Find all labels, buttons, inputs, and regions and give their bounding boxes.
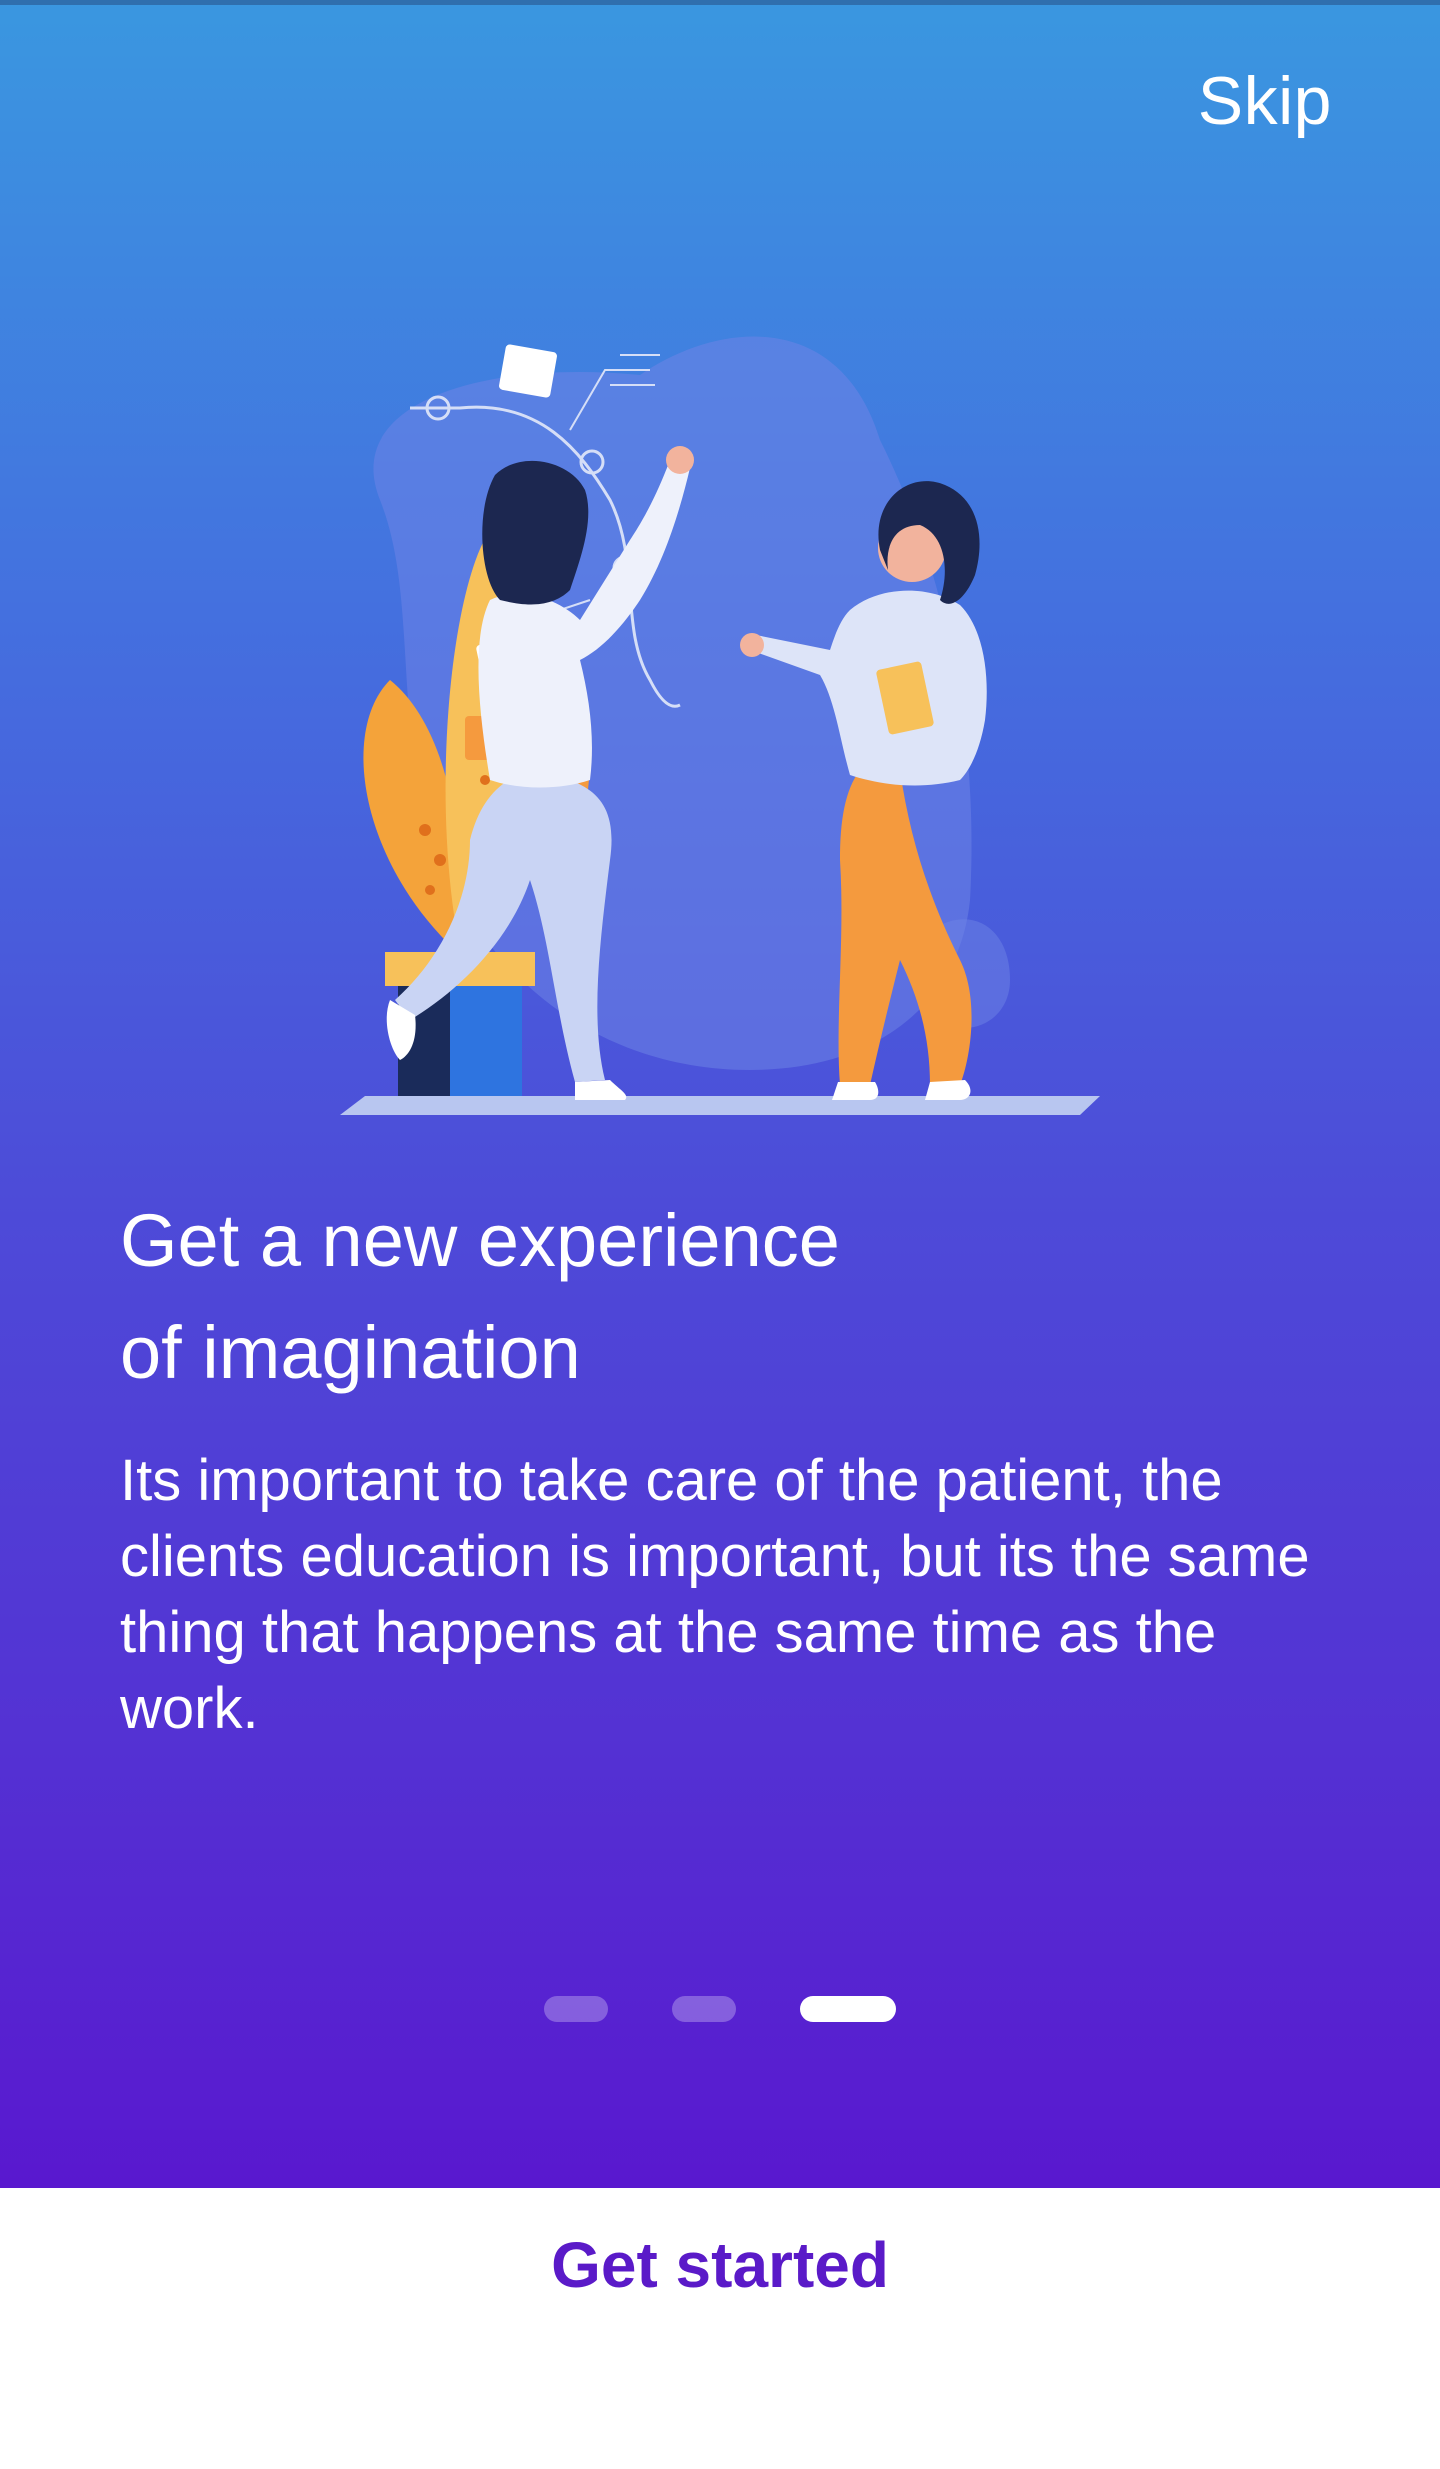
person-right-hand <box>740 633 764 657</box>
person-left-hand <box>666 446 694 474</box>
leaf-dot <box>419 824 431 836</box>
leaf-dot <box>434 854 446 866</box>
floor <box>340 1096 1100 1115</box>
person-right-shoe <box>832 1082 879 1100</box>
onboarding-title: Get a new experience of imagination <box>120 1185 1320 1409</box>
page-indicator-dot-3-active[interactable] <box>800 1996 896 2022</box>
skip-button[interactable]: Skip <box>1198 62 1332 140</box>
leaf-dot <box>425 885 435 895</box>
title-line-1: Get a new experience <box>120 1199 840 1282</box>
person-left-shoe <box>575 1080 627 1100</box>
person-right-shoe <box>925 1080 971 1100</box>
top-divider <box>0 0 1440 5</box>
page-indicator-dot-1[interactable] <box>544 1996 608 2022</box>
page-indicator-dot-2[interactable] <box>672 1996 736 2022</box>
onboarding-hero: Skip Get a new experience of imagination… <box>0 0 1440 2188</box>
get-started-button[interactable]: Get started <box>0 2228 1440 2302</box>
collaboration-illustration-icon <box>340 336 1100 1115</box>
leaf-dot <box>480 775 490 785</box>
title-line-2: of imagination <box>120 1311 581 1394</box>
onboarding-description: Its important to take care of the patien… <box>120 1448 1310 1741</box>
page-indicator <box>0 1996 1440 2026</box>
sticky-note-white <box>499 344 557 398</box>
